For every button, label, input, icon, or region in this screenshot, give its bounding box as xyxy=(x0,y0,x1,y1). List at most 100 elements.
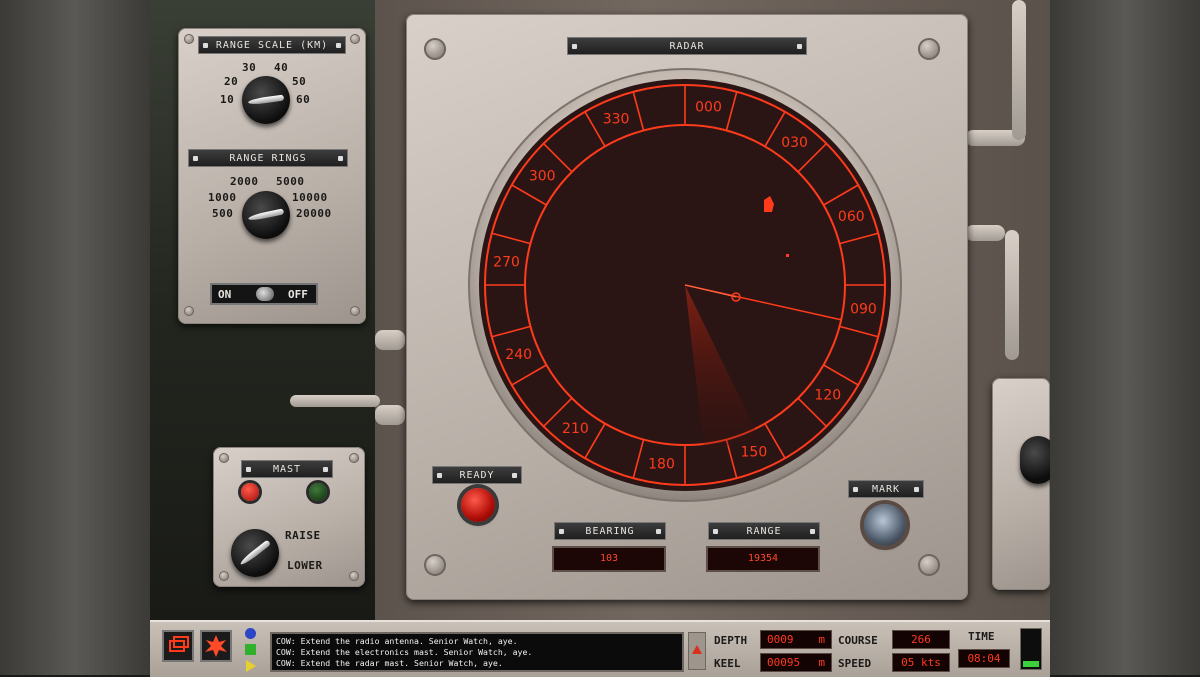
mark-button[interactable] xyxy=(864,504,906,546)
screw xyxy=(219,453,229,463)
bearing-label-060: 060 xyxy=(838,209,865,225)
bearing-label-270: 270 xyxy=(493,255,520,271)
bearing-label-330: 330 xyxy=(603,112,630,128)
conduit-pipe xyxy=(1005,230,1019,360)
window-icon xyxy=(169,636,189,652)
course-readout: 266 xyxy=(892,630,950,649)
ready-button[interactable] xyxy=(461,488,495,522)
green-status-icon[interactable] xyxy=(245,644,256,655)
time-label: TIME xyxy=(968,630,995,643)
radar-panel: RADAR 000 030 060 090 120 150 180 210 240 270 300 3… xyxy=(406,14,968,600)
log-scroll-up-button[interactable] xyxy=(688,632,706,670)
blue-status-icon[interactable] xyxy=(245,628,256,639)
screw xyxy=(349,453,359,463)
side-control-box xyxy=(992,378,1050,590)
keel-label: KEEL xyxy=(714,657,741,670)
submarine-console-scene: RANGE SCALE (KM) 30 40 20 50 10 60 RANGE… xyxy=(150,0,1050,620)
knob-pointer xyxy=(238,539,272,567)
speed-readout: 05 kts xyxy=(892,653,950,672)
power-level-fill xyxy=(1023,661,1039,667)
screw xyxy=(219,571,229,581)
range-rings-title: RANGE RINGS xyxy=(188,149,348,167)
range-readout: 19354 xyxy=(706,546,820,572)
screw xyxy=(349,571,359,581)
range-label: RANGE xyxy=(708,522,820,540)
keel-value: 00095 xyxy=(767,656,801,669)
course-label: COURSE xyxy=(838,634,878,647)
depth-value: 0009 xyxy=(767,633,794,646)
explosion-icon xyxy=(205,635,227,657)
toggle-icon xyxy=(256,287,274,301)
range-rings-value: 10000 xyxy=(292,191,328,204)
mast-raise-label: RAISE xyxy=(285,529,321,542)
bearing-label-030: 030 xyxy=(781,135,808,151)
radar-contact-blip-small xyxy=(786,254,789,257)
message-line: COW: Extend the radio antenna. Senior Wa… xyxy=(276,636,518,646)
damage-control-button[interactable] xyxy=(200,630,232,662)
left-letterbox xyxy=(0,0,150,675)
mast-knob[interactable] xyxy=(231,529,279,577)
range-scale-value: 60 xyxy=(296,93,311,106)
arrow-up-icon xyxy=(692,645,702,654)
range-scale-value: 50 xyxy=(292,75,307,88)
power-switch[interactable]: ON OFF xyxy=(210,283,318,305)
ready-label: READY xyxy=(432,466,522,484)
conduit-pipe xyxy=(290,395,380,407)
depth-unit: m xyxy=(818,633,825,646)
depth-readout: 0009 m xyxy=(760,630,832,649)
speed-value: 05 kts xyxy=(901,656,941,669)
bearing-label-000: 000 xyxy=(695,100,722,116)
mast-green-indicator xyxy=(309,483,327,501)
time-value: 08:04 xyxy=(967,652,1001,665)
range-rings-value: 500 xyxy=(212,207,234,220)
message-line: COW: Extend the electronics mast. Senior… xyxy=(276,647,533,657)
screw xyxy=(184,34,194,44)
yellow-play-icon[interactable] xyxy=(246,660,256,672)
range-scale-value: 20 xyxy=(224,75,239,88)
message-line: COW: Extend the radar mast. Senior Watch… xyxy=(276,658,503,668)
screw xyxy=(350,306,360,316)
bearing-label-120: 120 xyxy=(814,388,841,404)
range-rings-value: 2000 xyxy=(230,175,259,188)
mast-panel: MAST RAISE LOWER xyxy=(213,447,365,587)
course-value: 266 xyxy=(911,633,931,646)
power-on-label: ON xyxy=(218,288,232,301)
mark-label: MARK xyxy=(848,480,924,498)
mast-title: MAST xyxy=(241,460,333,478)
screw xyxy=(350,34,360,44)
range-scale-title: RANGE SCALE (KM) xyxy=(198,36,346,54)
knob-pointer xyxy=(247,94,285,106)
side-knob[interactable] xyxy=(1020,436,1050,484)
conduit-pipe xyxy=(965,225,1005,241)
bearing-label-210: 210 xyxy=(562,421,589,437)
mast-lower-label: LOWER xyxy=(287,559,323,572)
knob-pointer xyxy=(247,208,285,222)
range-scale-value: 30 xyxy=(242,61,257,74)
message-log: COW: Extend the radio antenna. Senior Wa… xyxy=(270,632,684,672)
depth-label: DEPTH xyxy=(714,634,748,647)
range-scale-knob[interactable] xyxy=(242,76,290,124)
power-off-label: OFF xyxy=(288,288,308,301)
range-control-panel: RANGE SCALE (KM) 30 40 20 50 10 60 RANGE… xyxy=(178,28,366,324)
screw xyxy=(184,306,194,316)
range-scale-value: 10 xyxy=(220,93,235,106)
bearing-label: BEARING xyxy=(554,522,666,540)
bearing-label-180: 180 xyxy=(648,456,675,472)
range-rings-value: 1000 xyxy=(208,191,237,204)
conduit-pipe xyxy=(375,405,405,425)
range-rings-knob[interactable] xyxy=(242,191,290,239)
conduit-pipe xyxy=(375,330,405,350)
range-rings-value: 5000 xyxy=(276,175,305,188)
bearing-readout: 103 xyxy=(552,546,666,572)
mast-red-indicator xyxy=(241,483,259,501)
window-toggle-button[interactable] xyxy=(162,630,194,662)
bearing-label-240: 240 xyxy=(505,347,532,363)
status-bar: COW: Extend the radio antenna. Senior Wa… xyxy=(150,620,1050,677)
bearing-label-150: 150 xyxy=(741,444,768,460)
power-level-gauge xyxy=(1020,628,1042,670)
conduit-pipe xyxy=(1012,0,1026,140)
bearing-label-090: 090 xyxy=(850,301,877,317)
right-letterbox xyxy=(1050,0,1200,675)
keel-unit: m xyxy=(818,656,825,669)
range-scale-value: 40 xyxy=(274,61,289,74)
